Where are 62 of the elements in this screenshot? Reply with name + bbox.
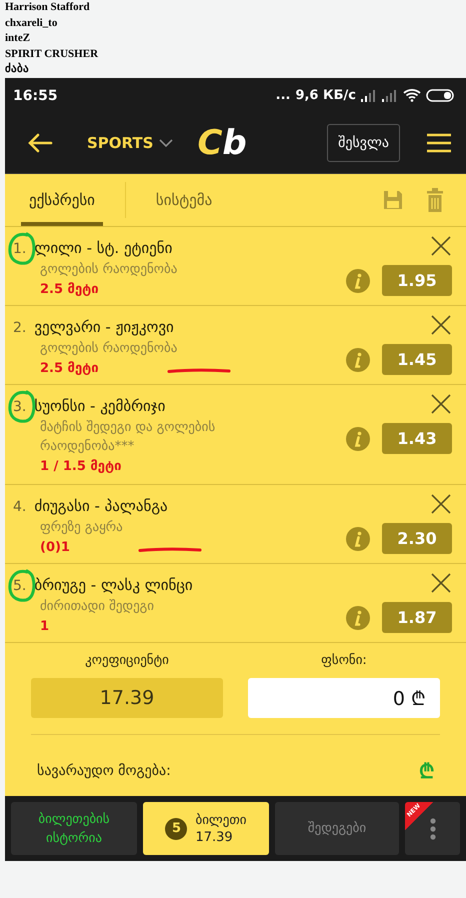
more-dots-icon: [430, 818, 436, 840]
odds-value: 1.43: [382, 423, 452, 454]
coefficient-label: კოეფიციენტი: [85, 653, 169, 668]
logo: Cb: [197, 126, 247, 160]
username: SPIRIT CRUSHER: [5, 46, 98, 62]
stake-label: ფსონი:: [321, 653, 367, 668]
bet-number: 5.: [13, 578, 26, 594]
odds-value: 1.87: [382, 602, 452, 633]
match-title: ველვარი - ჟიჟკოვი: [34, 318, 174, 336]
close-icon[interactable]: [430, 493, 452, 515]
battery-icon: [426, 89, 454, 102]
close-icon[interactable]: [430, 314, 452, 336]
odds-value: 1.95: [382, 265, 452, 296]
match-title: ბრიუგე - ლასკ ლინცი: [34, 576, 193, 594]
possible-win-label: სავარაუდო მოგება:: [37, 762, 171, 778]
market-name: ფრეზე გაყრა: [40, 519, 124, 537]
results-button[interactable]: შედეგები: [275, 802, 399, 855]
signal-icon: [361, 90, 377, 102]
username: chxareli_to: [5, 16, 58, 31]
tab[interactable]: სისტემა: [148, 174, 220, 226]
match-title: ძიუგასი - პალანგა: [34, 497, 168, 515]
close-icon[interactable]: [430, 572, 452, 594]
ticket-odds: 17.39: [195, 828, 233, 846]
wifi-icon: [403, 89, 421, 102]
odds-value: 2.30: [382, 523, 452, 554]
username: inteZ: [5, 31, 30, 46]
login-button[interactable]: შესვლა: [327, 124, 400, 162]
bet-number: 2.: [13, 320, 26, 336]
close-icon[interactable]: [430, 393, 452, 415]
count-badge: 5: [165, 818, 188, 840]
bet-pick: (0)1: [40, 540, 70, 555]
market-name: გოლების რაოდენობა: [40, 340, 178, 358]
bet-number: 3.: [13, 399, 26, 415]
notification-dots: ...: [276, 88, 290, 103]
sports-dropdown[interactable]: SPORTS: [87, 134, 174, 152]
bet-number: 1.: [13, 241, 26, 257]
ticket-history-button[interactable]: ბილეთების ისტორია: [11, 802, 137, 855]
market-name: მატჩის შედეგი და გოლების რაოდენობა***: [40, 419, 216, 456]
bet-pick: 1 / 1.5 მეტი: [40, 459, 122, 474]
market-name: ძირითადი შედეგი: [40, 598, 155, 616]
network-speed: 9,6 КБ/с: [295, 88, 356, 103]
username: Harrison Stafford: [5, 0, 90, 15]
ticket-button[interactable]: 5 ბილეთი 17.39: [143, 802, 269, 855]
bet-pick: 2.5 მეტი: [40, 361, 99, 376]
bet-number: 4.: [13, 499, 26, 515]
menu-icon[interactable]: [426, 133, 452, 153]
total-odds: 17.39: [31, 678, 223, 718]
bet-pick: 1: [40, 619, 50, 634]
stake-input[interactable]: 0 ₾: [248, 678, 440, 718]
ticket-label: ბილეთი: [195, 812, 247, 828]
market-name: გოლების რაოდენობა: [40, 261, 178, 279]
back-arrow-icon[interactable]: [27, 132, 53, 154]
match-title: ლილი - სტ. ეტიენი: [34, 239, 172, 257]
signal-icon: [382, 90, 398, 102]
clock-time: 16:55: [13, 88, 58, 104]
username: ძაბა: [5, 62, 29, 78]
chevron-down-icon: [159, 138, 174, 148]
bet-pick: 2.5 მეტი: [40, 282, 99, 297]
odds-value: 1.45: [382, 344, 452, 375]
match-title: სუონსი - კემბრიჯი: [34, 397, 166, 415]
possible-win-value: ₾: [419, 758, 434, 784]
close-icon[interactable]: [430, 235, 452, 257]
